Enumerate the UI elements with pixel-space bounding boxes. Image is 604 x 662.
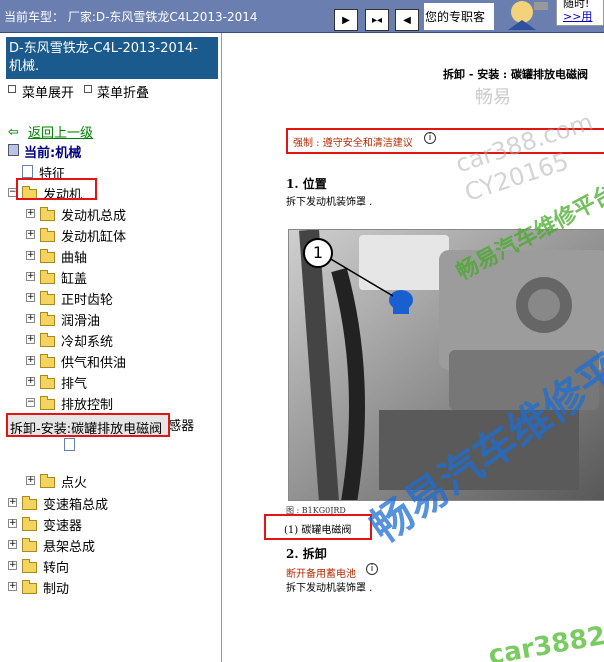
ad-banner[interactable]: 随时! >>用 xyxy=(556,0,604,26)
folder-icon xyxy=(22,496,37,510)
section-2-warning: 断开备用蓄电池 xyxy=(286,569,356,580)
tree-item-label: 制动 xyxy=(43,582,70,597)
database-icon xyxy=(8,144,19,156)
tree-item-label: 缸盖 xyxy=(61,272,88,287)
ad-text: 随时! xyxy=(563,0,590,10)
warning-text: 强制 : 遵守安全和清洁建议 xyxy=(293,138,413,149)
folder-icon xyxy=(40,249,55,263)
folder-icon xyxy=(40,474,55,488)
tree-item-label: 点火 xyxy=(61,476,88,491)
folder-icon xyxy=(22,538,37,552)
watermark: 畅易 xyxy=(475,87,511,108)
expand-icon[interactable]: + xyxy=(8,540,17,549)
expand-icon[interactable]: + xyxy=(26,314,35,323)
folder-icon xyxy=(40,333,55,347)
ad-link[interactable]: >>用 xyxy=(563,10,603,23)
sidebar-title: D-东风雪铁龙-C4L-2013-2014- 机械. xyxy=(6,37,218,79)
expand-icon[interactable]: + xyxy=(8,519,17,528)
folder-icon xyxy=(40,354,55,368)
tree-item-label: 排放控制 xyxy=(61,398,114,413)
section-2-text: 拆下发动机装饰罩 . xyxy=(286,583,373,594)
expand-icon[interactable]: + xyxy=(26,377,35,386)
fit-button[interactable]: ▸◂ xyxy=(365,9,389,31)
folder-icon xyxy=(40,270,55,284)
collapse-all-button[interactable]: 菜单折叠 xyxy=(97,82,149,101)
watermark: car3882 xyxy=(486,620,604,662)
folder-icon xyxy=(40,207,55,221)
engine-photo xyxy=(288,229,604,501)
tree-item-label: 供气和供油 xyxy=(61,356,127,371)
mascot-image xyxy=(508,1,548,30)
expert-label: 您的专职客 xyxy=(424,3,494,30)
expand-icon[interactable]: + xyxy=(26,476,35,485)
square-icon xyxy=(84,85,92,93)
document-title: 拆卸 - 安装 : 碳罐排放电磁阀 xyxy=(443,68,588,81)
expand-icon[interactable]: + xyxy=(8,582,17,591)
expand-icon[interactable]: + xyxy=(8,561,17,570)
tree-item-label: 悬架总成 xyxy=(43,540,96,555)
folder-icon xyxy=(40,312,55,326)
sidebar: D-东风雪铁龙-C4L-2013-2014- 机械. 菜单展开 菜单折叠 ⇦ 返… xyxy=(0,33,222,662)
legend-text: (1) 碳罐电磁阀 xyxy=(284,525,352,536)
tree-item-label: 曲轴 xyxy=(61,251,88,266)
folder-icon xyxy=(22,517,37,531)
watermark: CY20165 xyxy=(461,147,573,207)
tree-item-label: 发动机缸体 xyxy=(61,230,127,245)
square-icon xyxy=(8,85,16,93)
prev-button[interactable]: ◀ xyxy=(395,9,419,31)
back-icon: ◀ xyxy=(403,14,411,26)
folder-icon xyxy=(40,375,55,389)
vehicle-label: 当前车型： 厂家:D-东风雪铁龙C4L2013-2014 xyxy=(4,10,258,24)
tree-item-label: 转向 xyxy=(43,561,70,576)
folder-icon xyxy=(22,559,37,573)
back-link[interactable]: 返回上一级 xyxy=(28,122,93,141)
expand-icon[interactable]: + xyxy=(8,498,17,507)
document-pane: 拆卸 - 安装 : 碳罐排放电磁阀 强制 : 遵守安全和清洁建议 i 1. 位置… xyxy=(223,33,604,662)
tree-item-label: 发动机总成 xyxy=(61,209,127,224)
current-item-label: 拆卸-安装:碳罐排放电磁阀 xyxy=(10,422,163,437)
info-icon[interactable]: i xyxy=(366,563,378,575)
expand-icon[interactable]: + xyxy=(26,293,35,302)
play-icon: ▶ xyxy=(342,14,350,26)
back-arrow-icon: ⇦ xyxy=(8,125,19,140)
current-tree-item[interactable]: 拆卸-安装:碳罐排放电磁阀 xyxy=(6,413,170,437)
section-2-title: 2. 拆卸 xyxy=(286,547,327,561)
collapse-icon[interactable]: − xyxy=(26,398,35,407)
expand-icon[interactable]: + xyxy=(26,272,35,281)
folder-icon xyxy=(40,396,55,410)
section-1-text: 拆下发动机装饰罩 . xyxy=(286,197,373,208)
folder-icon xyxy=(22,580,37,594)
tree-item-label: 变速器 xyxy=(43,519,83,534)
expand-icon[interactable]: + xyxy=(26,209,35,218)
tree-item-label: 正时齿轮 xyxy=(61,293,114,308)
document-icon xyxy=(22,165,33,178)
folder-icon xyxy=(40,291,55,305)
tree-item-label: 冷却系统 xyxy=(61,335,114,350)
top-bar: 当前车型： 厂家:D-东风雪铁龙C4L2013-2014 ▶ ▸◂ ◀ 您的专职… xyxy=(0,0,604,33)
info-icon[interactable]: i xyxy=(424,132,436,144)
folder-icon xyxy=(40,228,55,242)
document-icon xyxy=(64,438,75,451)
expand-icon[interactable]: + xyxy=(26,335,35,344)
tree-item-label: 润滑油 xyxy=(61,314,101,329)
current-label: 当前:机械 xyxy=(24,146,82,161)
section-1-title: 1. 位置 xyxy=(286,177,327,191)
highlight-box xyxy=(16,178,97,200)
next-button[interactable]: ▶ xyxy=(334,9,358,31)
expand-icon[interactable]: + xyxy=(26,356,35,365)
callout-number: 1 xyxy=(303,238,333,268)
tree-item-label: 排气 xyxy=(61,377,88,392)
expand-icon[interactable]: + xyxy=(26,251,35,260)
expand-icon[interactable]: + xyxy=(26,230,35,239)
fit-icon: ▸◂ xyxy=(371,14,383,26)
expand-all-button[interactable]: 菜单展开 xyxy=(22,82,74,101)
tree-item-label: 变速箱总成 xyxy=(43,498,109,513)
